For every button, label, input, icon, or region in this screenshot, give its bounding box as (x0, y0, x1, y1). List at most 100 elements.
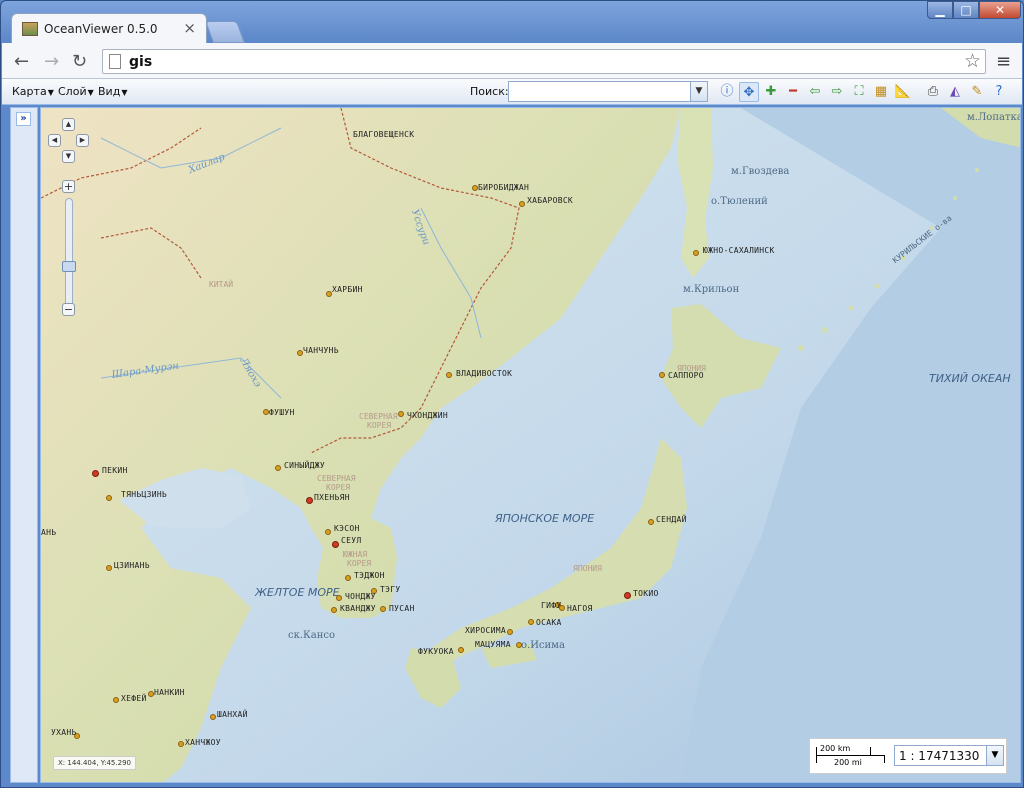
scale-dropdown-icon[interactable]: ▼ (986, 746, 1003, 765)
city-marker[interactable] (92, 470, 99, 477)
city-marker[interactable] (113, 697, 119, 703)
tab-oceanviewer[interactable]: OceanViewer 0.5.0 × (11, 13, 207, 43)
city-label: НАГОЯ (567, 604, 593, 613)
city-marker[interactable] (528, 619, 534, 625)
city-marker[interactable] (516, 642, 522, 648)
city-marker[interactable] (306, 497, 313, 504)
expand-panel-icon[interactable]: » (16, 112, 31, 126)
tab-title: OceanViewer 0.5.0 (44, 22, 158, 36)
minimize-button[interactable]: ▁ (927, 1, 953, 19)
browser-menu-icon[interactable]: ≡ (996, 51, 1011, 72)
city-label: ТОКИО (633, 589, 659, 598)
search-input[interactable] (509, 82, 691, 101)
city-marker[interactable] (331, 607, 337, 613)
chart-tool[interactable]: ◭ (945, 82, 965, 102)
pan-up-button[interactable]: ▲ (62, 118, 75, 131)
menu-layer[interactable]: Слой▼ (58, 85, 94, 98)
city-marker[interactable] (106, 565, 112, 571)
city-marker[interactable] (210, 714, 216, 720)
city-label: САППОРО (668, 371, 704, 380)
scale-ratio: 1 : 17471330 (899, 749, 980, 763)
pan-left-button[interactable]: ◀ (48, 134, 61, 147)
city-marker[interactable] (648, 519, 654, 525)
tab-close-icon[interactable]: × (183, 19, 196, 37)
city-marker[interactable] (446, 372, 452, 378)
maximize-button[interactable]: □ (953, 1, 979, 19)
city-label: ФУКУОКА (418, 647, 454, 656)
grid-tool[interactable]: ▦ (871, 82, 891, 102)
zoom-slider-thumb[interactable] (62, 261, 76, 272)
scale-tick (870, 747, 871, 755)
pan-right-button[interactable]: ▶ (76, 134, 89, 147)
scale-control: 200 km 200 mi 1 : 17471330 ▼ (809, 738, 1007, 774)
full-extent-tool[interactable]: ⛶ (849, 82, 869, 102)
search-label: Поиск: (470, 85, 509, 98)
zoom-out-button[interactable]: − (62, 303, 75, 316)
url-input[interactable]: gis ☆ (102, 49, 986, 74)
city-marker[interactable] (458, 647, 464, 653)
sea-label: ЯПОНСКОЕ МОРЕ (495, 512, 595, 525)
city-marker[interactable] (559, 605, 565, 611)
city-marker[interactable] (398, 411, 404, 417)
page-icon (109, 54, 121, 69)
city-marker[interactable] (519, 201, 525, 207)
city-label: НАНКИН (154, 688, 185, 697)
sea-label: ТИХИЙ ОКЕАН (929, 372, 1011, 385)
next-extent-tool[interactable]: ⇨ (827, 82, 847, 102)
city-marker[interactable] (275, 465, 281, 471)
city-marker[interactable] (106, 495, 112, 501)
zoom-in-tool[interactable]: ✚ (761, 82, 781, 102)
zoom-in-button[interactable]: + (62, 180, 75, 193)
city-label: СЕНДАЙ (656, 515, 687, 524)
country-label: ЮЖНАЯ (343, 550, 368, 559)
city-marker[interactable] (325, 529, 331, 535)
menu-map[interactable]: Карта▼ (12, 85, 54, 98)
place-label: о.Тюлений (711, 196, 768, 207)
country-label: КОРЕЯ (367, 421, 392, 430)
measure-tool[interactable]: 📐 (893, 82, 913, 102)
print-tool[interactable]: ⎙ (923, 82, 943, 102)
place-label: о.Исима (521, 640, 565, 651)
address-bar: ← → ↻ gis ☆ ≡ (2, 43, 1022, 79)
city-marker[interactable] (345, 575, 351, 581)
bookmark-star-icon[interactable]: ☆ (964, 50, 981, 72)
search-combobox[interactable]: ▼ (508, 81, 708, 102)
new-tab-button[interactable] (204, 21, 246, 43)
country-label: СЕВЕРНАЯ (317, 474, 356, 483)
layers-panel-collapsed: » (10, 107, 38, 783)
back-icon[interactable]: ← (14, 51, 29, 72)
city-marker[interactable] (507, 629, 513, 635)
city-label: КЭСОН (334, 524, 360, 533)
menu-view-label: Вид (98, 85, 121, 98)
city-label: ТЯНЬЦЗИНЬ (121, 490, 168, 499)
pan-down-button[interactable]: ▼ (62, 150, 75, 163)
reload-icon[interactable]: ↻ (72, 51, 87, 72)
city-marker[interactable] (693, 250, 699, 256)
city-label: ЧОНДЖУ (345, 592, 376, 601)
map-toolbar: Карта▼ Слой▼ Вид▼ Поиск: ▼ ⓘ ✥ ✚ ━ ⇦ ⇨ ⛶ ▦ 📐 ⎙ ◭ ✎? (2, 79, 1022, 105)
scale-km-label: 200 km (820, 744, 851, 753)
app-favicon-icon (22, 22, 38, 36)
menu-map-label: Карта (12, 85, 47, 98)
forward-icon[interactable]: → (44, 51, 59, 72)
city-marker[interactable] (178, 741, 184, 747)
help-tool[interactable]: ? (989, 82, 1009, 102)
edit-tool[interactable]: ✎ (967, 82, 987, 102)
city-marker[interactable] (659, 372, 665, 378)
city-marker[interactable] (332, 541, 339, 548)
zoom-out-tool[interactable]: ━ (783, 82, 803, 102)
city-marker[interactable] (336, 595, 342, 601)
pan-tool[interactable]: ✥ (739, 82, 759, 102)
scale-select[interactable]: 1 : 17471330 ▼ (894, 745, 1004, 766)
place-label: ск.Кансо (288, 630, 336, 641)
city-marker[interactable] (624, 592, 631, 599)
zoom-slider-track[interactable] (65, 198, 73, 310)
map-canvas[interactable]: КИТАЙ СЕВЕРНАЯ КОРЕЯ СЕВЕРНАЯ КОРЕЯ ЮЖНАЯ КОРЕ… (40, 107, 1021, 783)
close-window-button[interactable]: ✕ (979, 1, 1021, 19)
menu-view[interactable]: Вид▼ (98, 85, 127, 98)
city-marker[interactable] (380, 606, 386, 612)
prev-extent-tool[interactable]: ⇦ (805, 82, 825, 102)
search-dropdown-icon[interactable]: ▼ (690, 82, 707, 101)
info-tool[interactable]: ⓘ (717, 82, 737, 102)
city-label: ЦЗИНАНЬ (114, 561, 150, 570)
